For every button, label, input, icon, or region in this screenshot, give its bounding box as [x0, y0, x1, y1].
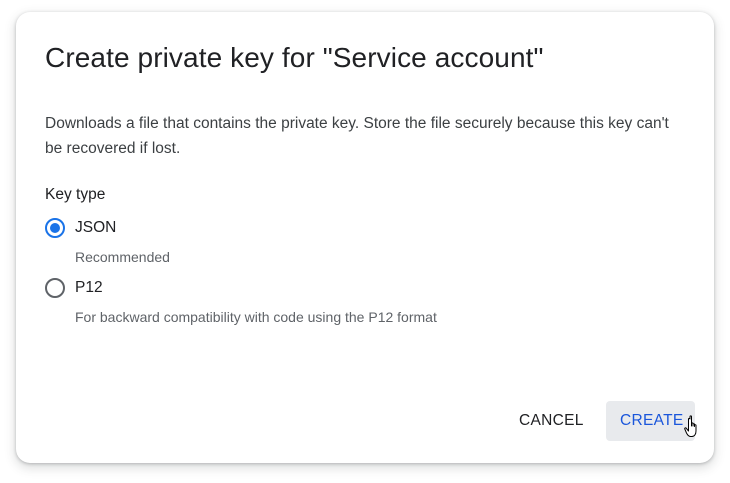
radio-selected-dot: [50, 223, 60, 233]
cancel-button[interactable]: CANCEL: [505, 401, 598, 441]
key-type-label: Key type: [45, 186, 106, 203]
radio-label-json: JSON: [75, 219, 117, 236]
create-private-key-dialog: Create private key for "Service account"…: [16, 12, 714, 463]
create-button[interactable]: CREATE: [606, 401, 695, 441]
dialog-description: Downloads a file that contains the priva…: [45, 115, 669, 157]
radio-option-p12[interactable]: P12: [45, 278, 103, 298]
dialog-title: Create private key for "Service account": [45, 42, 544, 73]
radio-button-json[interactable]: [45, 218, 65, 238]
radio-option-json[interactable]: JSON: [45, 218, 116, 238]
radio-hint-json: Recommended: [75, 249, 170, 265]
radio-button-p12[interactable]: [45, 278, 65, 298]
radio-hint-p12: For backward compatibility with code usi…: [75, 309, 437, 325]
radio-label-p12: P12: [75, 279, 103, 296]
